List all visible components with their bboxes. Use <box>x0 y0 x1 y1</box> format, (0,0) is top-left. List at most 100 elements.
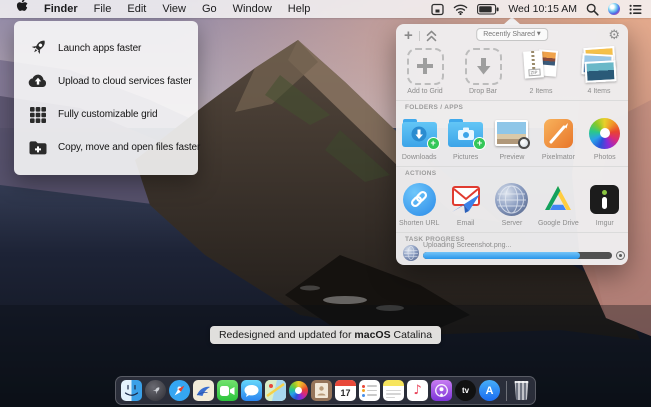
caption-suffix: Catalina <box>391 329 432 341</box>
grid-icon <box>27 104 49 126</box>
section-title-folders-apps: FOLDERS / APPS <box>405 104 463 111</box>
globe-icon <box>403 245 419 261</box>
feature-label: Fully customizable grid <box>58 109 157 120</box>
dropzone-toolbar: + Recently Shared ▼ ⚙ <box>404 27 620 44</box>
action-imgur[interactable]: Imgur <box>582 181 628 227</box>
green-plus-badge <box>473 137 486 150</box>
dock-icon-maps[interactable] <box>265 380 286 401</box>
item-label: Photos <box>594 154 616 161</box>
add-button[interactable]: + <box>404 29 413 43</box>
dock-icon-podcasts[interactable] <box>431 380 452 401</box>
action-email[interactable]: Email <box>442 181 488 227</box>
dock: 17 ♪ tv A <box>115 376 536 405</box>
item-label: Pictures <box>453 154 478 161</box>
stop-icon[interactable] <box>616 251 625 260</box>
feature-label: Copy, move and open files faster <box>58 142 200 153</box>
actions-row: Shorten URL Email Server Google Drive <box>396 181 628 227</box>
menu-item-view[interactable]: View <box>154 0 194 18</box>
menu-item-edit[interactable]: Edit <box>119 0 154 18</box>
action-label: Google Drive <box>538 220 579 227</box>
item-pixelmator[interactable]: Pixelmator <box>535 115 581 161</box>
wifi-icon[interactable] <box>453 4 468 15</box>
item-pictures[interactable]: Pictures <box>442 115 488 161</box>
caption-bold: macOS <box>354 329 390 341</box>
section-divider <box>396 166 628 167</box>
menu-bar-clock[interactable]: Wed 10:15 AM <box>508 3 577 15</box>
rocket-icon <box>27 37 49 59</box>
feature-row-copy: Copy, move and open files faster <box>14 137 198 159</box>
shorten-url-icon <box>403 183 436 216</box>
drop-target-label: 4 Items <box>588 88 611 95</box>
dock-icon-reminders[interactable] <box>359 380 380 401</box>
photo-stack-icon <box>578 47 620 85</box>
email-icon <box>448 183 484 215</box>
menu-bar-left: Finder File Edit View Go Window Help <box>0 0 318 19</box>
dock-icon-tv[interactable]: tv <box>455 380 476 401</box>
dock-icon-messages[interactable] <box>241 380 262 401</box>
dropzone-menu-icon[interactable] <box>431 3 444 16</box>
menu-item-file[interactable]: File <box>86 0 120 18</box>
dock-icon-photos[interactable] <box>289 381 308 400</box>
drop-target-add-to-grid[interactable]: Add to Grid <box>396 47 454 95</box>
gear-icon[interactable]: ⚙ <box>608 29 620 42</box>
recently-shared-dropdown[interactable]: Recently Shared ▼ <box>476 28 548 41</box>
action-label: Imgur <box>596 220 614 227</box>
item-preview[interactable]: Preview <box>489 115 535 161</box>
dropdown-label: Recently Shared <box>483 31 535 38</box>
section-divider <box>396 232 628 233</box>
dock-icon-safari[interactable] <box>169 380 190 401</box>
folder-add-icon <box>27 137 49 159</box>
spotlight-icon[interactable] <box>586 3 599 16</box>
drop-target-drop-bar[interactable]: Drop Bar <box>454 47 512 95</box>
photos-app-icon <box>589 118 620 149</box>
dock-icon-finder[interactable] <box>121 380 142 401</box>
item-photos[interactable]: Photos <box>582 115 628 161</box>
dropzone-panel: + Recently Shared ▼ ⚙ Add to Grid Drop B… <box>396 24 628 265</box>
cloud-upload-icon <box>27 70 49 92</box>
zip-badge: ZIP <box>528 69 540 77</box>
dock-separator <box>506 381 507 401</box>
action-server[interactable]: Server <box>489 181 535 227</box>
menu-bar-status-area: Wed 10:15 AM <box>431 3 651 16</box>
feature-label: Launch apps faster <box>58 43 141 54</box>
app-store-glyph: A <box>486 385 494 397</box>
drop-target-2-items[interactable]: ZIP 2 Items <box>512 47 570 95</box>
dock-icon-facetime[interactable] <box>217 380 238 401</box>
action-shorten-url[interactable]: Shorten URL <box>396 181 442 227</box>
calendar-day: 17 <box>340 386 350 400</box>
dock-icon-app-store[interactable]: A <box>479 380 500 401</box>
menu-item-window[interactable]: Window <box>225 0 280 18</box>
item-label: Preview <box>500 154 525 161</box>
tv-glyph: tv <box>462 386 469 395</box>
drop-target-4-items[interactable]: 4 Items <box>570 47 628 95</box>
notification-center-icon[interactable] <box>629 4 642 15</box>
dock-icon-launchpad[interactable] <box>145 380 166 401</box>
menu-item-finder[interactable]: Finder <box>36 0 86 18</box>
section-divider <box>396 100 628 101</box>
upload-task-label: Uploading Screenshot.png... <box>423 242 511 249</box>
action-google-drive[interactable]: Google Drive <box>535 181 581 227</box>
dock-icon-contacts[interactable] <box>311 380 332 401</box>
chevrons-up-icon[interactable] <box>426 30 437 42</box>
item-downloads[interactable]: Downloads <box>396 115 442 161</box>
section-title-actions: ACTIONS <box>405 170 436 177</box>
imgur-icon <box>590 185 619 214</box>
siri-icon[interactable] <box>608 3 620 15</box>
feature-row-grid: Fully customizable grid <box>14 104 198 126</box>
progress-fill <box>423 252 580 259</box>
drop-target-label: Add to Grid <box>407 88 442 95</box>
dock-icon-music[interactable]: ♪ <box>407 380 428 401</box>
dock-icon-calendar[interactable]: 17 <box>335 380 356 401</box>
dock-icon-mail[interactable] <box>193 380 214 401</box>
apple-menu[interactable] <box>8 0 36 19</box>
downloads-folder-icon <box>402 119 437 147</box>
preview-app-icon <box>495 120 528 146</box>
dock-icon-notes[interactable] <box>383 380 404 401</box>
caption-pill: Redesigned and updated for macOS Catalin… <box>210 326 441 344</box>
menu-item-help[interactable]: Help <box>280 0 319 18</box>
dock-icon-trash[interactable] <box>514 381 529 400</box>
menu-bar: Finder File Edit View Go Window Help Wed… <box>0 0 651 18</box>
menu-item-go[interactable]: Go <box>194 0 225 18</box>
item-label: Pixelmator <box>542 154 575 161</box>
battery-icon[interactable] <box>477 4 499 15</box>
